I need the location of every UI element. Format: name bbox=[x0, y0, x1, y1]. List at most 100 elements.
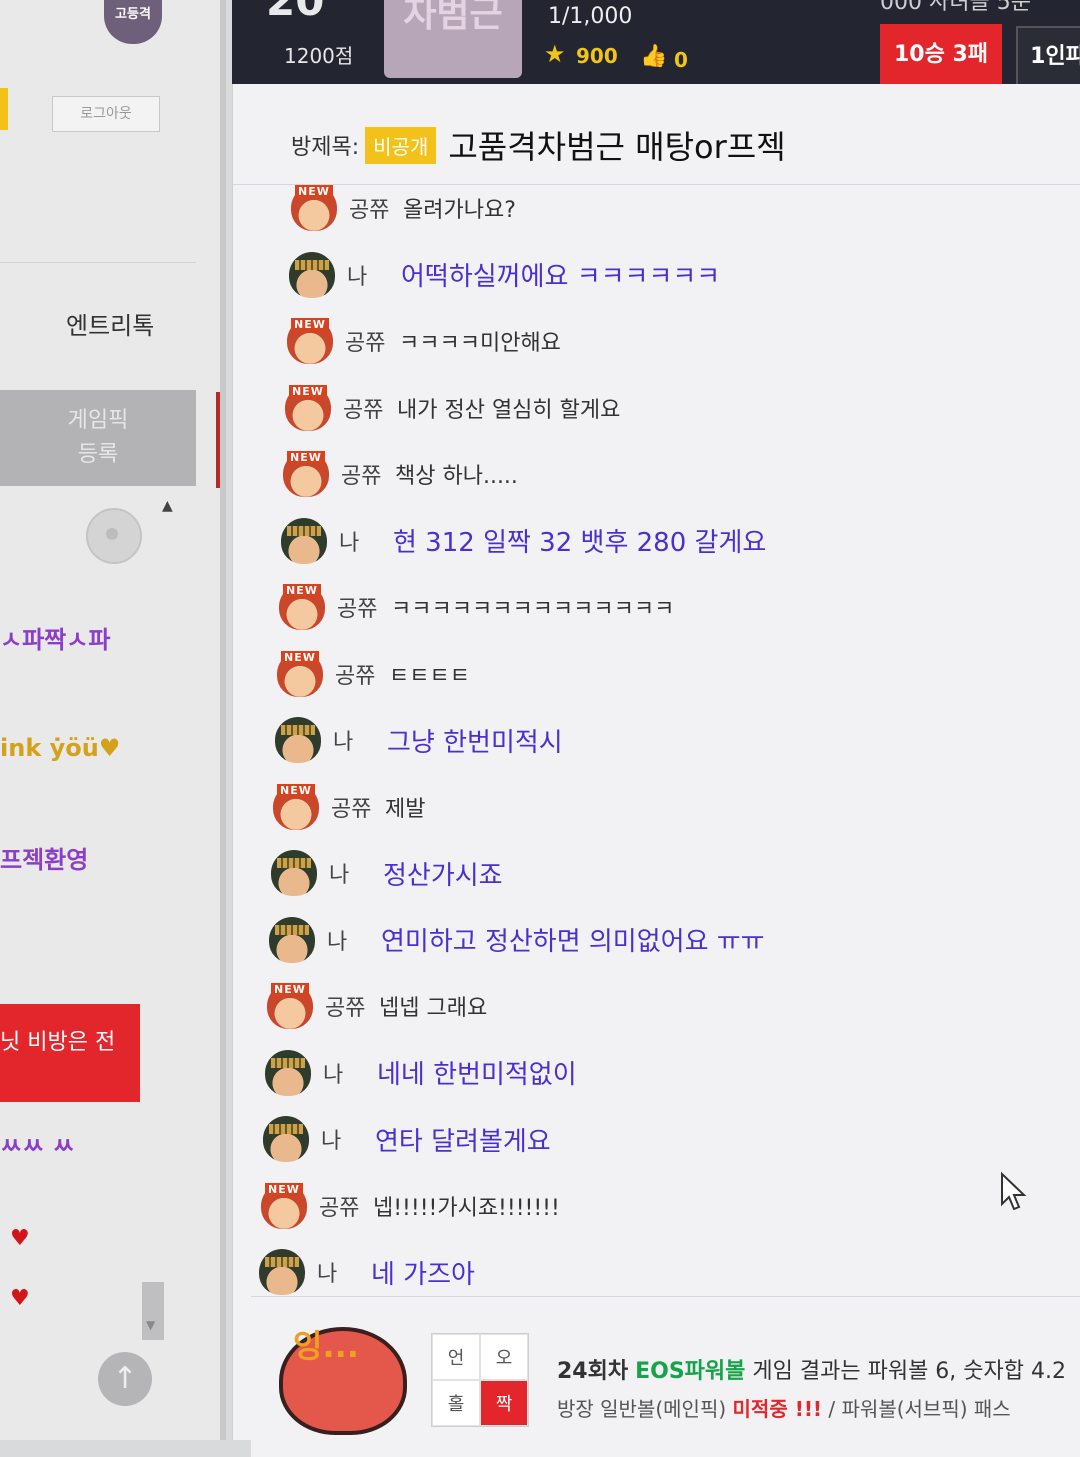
header-top-text: 000 사녀들 5분 bbox=[880, 0, 1031, 15]
chat-message-row: 공쮸제발 bbox=[273, 781, 425, 833]
game-result-line: 24회차 EOS파워볼 게임 결과는 파워볼 6, 숫자합 4.2 bbox=[557, 1353, 1066, 1385]
chat-message-text: 제발 bbox=[385, 796, 426, 822]
my-avatar-icon[interactable] bbox=[265, 1049, 311, 1096]
chat-nickname[interactable]: 나 bbox=[317, 1256, 371, 1288]
user-list-item[interactable]: 프젝환영 bbox=[0, 840, 88, 875]
chat-nickname[interactable]: 나 bbox=[333, 724, 387, 756]
heart-icon: ♥ bbox=[10, 1226, 30, 1251]
chat-message-text: 네네 한번미적없이 bbox=[377, 1060, 577, 1090]
user-score: 1200점 bbox=[284, 44, 354, 68]
status-prefix: 방장 일반볼(메인픽) bbox=[557, 1397, 727, 1421]
chat-nickname[interactable]: 나 bbox=[339, 525, 393, 557]
odd-even-grid: 언 오 홀 짝 bbox=[431, 1333, 529, 1427]
partner-avatar-icon[interactable] bbox=[277, 650, 323, 697]
chat-message-row: 공쮸넵!!!!!가시죠!!!!!!! bbox=[261, 1180, 560, 1232]
partner-avatar-icon[interactable] bbox=[291, 185, 337, 231]
chat-message-row: 공쮸ㅌㅌㅌㅌ bbox=[277, 648, 470, 700]
room-title: 방제목: 비공개 고품격차범근 매탕or프젝 bbox=[291, 120, 786, 170]
my-avatar-icon[interactable] bbox=[259, 1249, 305, 1295]
chat-message-text: 넵!!!!!가시죠!!!!!!! bbox=[373, 1195, 560, 1221]
chat-nickname[interactable]: 나 bbox=[329, 857, 383, 889]
chat-message-text: ㅋㅋㅋㅋㅋㅋㅋㅋㅋㅋㅋㅋㅋㅋ bbox=[391, 597, 675, 622]
my-avatar-icon[interactable] bbox=[263, 1116, 309, 1162]
user-list-item[interactable]: ㅅ파짝ㅅ파 bbox=[0, 620, 110, 655]
chat-message-text: 현 312 일짝 32 뱃후 280 갈게요 bbox=[393, 528, 767, 558]
grid-cell: 오 bbox=[480, 1334, 528, 1380]
chat-panel: 방제목: 비공개 고품격차범근 매탕or프젝 공쮸올려가나요?나어떡하실꺼에요 … bbox=[232, 84, 1080, 1457]
star-count: 900 bbox=[576, 44, 618, 68]
partner-avatar-icon[interactable] bbox=[287, 318, 333, 364]
chat-nickname[interactable]: 공쮸 bbox=[343, 392, 397, 424]
chat-message-row: 나 어떡하실꺼에요 ㅋㅋㅋㅋㅋㅋ bbox=[289, 249, 720, 301]
chat-message-text: ㅋㅋㅋㅋ미안해요 bbox=[399, 331, 561, 356]
chat-message-text: ㅌㅌㅌㅌ bbox=[389, 663, 470, 689]
chat-message-row: 공쮸내가 정산 열심히 할게요 bbox=[285, 382, 620, 434]
win-loss-record: 10승 3패 bbox=[880, 24, 1002, 86]
partner-avatar-icon[interactable] bbox=[267, 983, 313, 1029]
my-avatar-icon[interactable] bbox=[281, 517, 327, 564]
chat-nickname[interactable]: 공쮸 bbox=[349, 192, 403, 224]
chat-nickname[interactable]: 공쮸 bbox=[319, 1190, 373, 1222]
chat-message-row: 나현 312 일짝 32 뱃후 280 갈게요 bbox=[281, 515, 766, 567]
emoji-caption: 잉... bbox=[293, 1327, 359, 1365]
my-avatar-icon[interactable] bbox=[289, 251, 335, 298]
thumbs-up-icon[interactable]: 👍 bbox=[640, 44, 667, 69]
chat-nickname[interactable]: 공쮸 bbox=[345, 325, 399, 357]
chat-message-text: 책상 하나..... bbox=[395, 464, 518, 489]
chat-message-row: 공쮸ㅋㅋㅋㅋㅋㅋㅋㅋㅋㅋㅋㅋㅋㅋ bbox=[279, 581, 674, 633]
game-status-line: 방장 일반볼(메인픽) 미적중 !!! / 파워볼(서브픽) 패스 bbox=[557, 1393, 1011, 1422]
mouse-cursor-icon bbox=[1001, 1172, 1027, 1211]
chat-nickname[interactable]: 공쮸 bbox=[337, 591, 391, 623]
chat-message-text: 어떡하실꺼에요 ㅋㅋㅋㅋㅋㅋ bbox=[401, 262, 721, 292]
my-avatar-icon[interactable] bbox=[275, 717, 321, 763]
chat-message-row: 나 네네 한번미적없이 bbox=[265, 1047, 577, 1099]
partner-avatar-icon[interactable] bbox=[285, 384, 331, 431]
partner-avatar-icon[interactable] bbox=[279, 584, 325, 630]
register-pick-button[interactable]: 게임픽 등록 bbox=[0, 390, 196, 486]
chat-message-row: 나 그냥 한번미적시 bbox=[275, 714, 563, 766]
logout-button[interactable]: 로그아웃 bbox=[52, 96, 160, 132]
chat-nickname[interactable]: 나 bbox=[323, 1057, 377, 1089]
grid-cell-selected: 짝 bbox=[480, 1380, 528, 1426]
chat-message-text: 연미하고 정산하면 의미없어요 ㅠㅠ bbox=[381, 927, 765, 957]
chat-message-text: 올려가나요? bbox=[403, 198, 516, 223]
star-icon: ★ bbox=[544, 40, 566, 68]
scroll-to-top-button[interactable]: ↑ bbox=[98, 1352, 152, 1406]
chat-nickname[interactable]: 공쮸 bbox=[331, 791, 385, 823]
user-list-item[interactable]: ㅆㅆ ㅆ bbox=[0, 1126, 75, 1161]
like-count: 0 bbox=[674, 48, 688, 72]
chat-nickname[interactable]: 나 bbox=[327, 924, 381, 956]
host-rank-badge: 자범근 bbox=[384, 0, 522, 78]
grid-cell: 홀 bbox=[432, 1380, 480, 1426]
user-list-item[interactable]: ink ẏöü♥ bbox=[0, 734, 120, 762]
chat-nickname[interactable]: 공쮸 bbox=[341, 458, 395, 490]
scroll-up-arrow-icon[interactable]: ▲ bbox=[162, 498, 173, 514]
active-indicator bbox=[216, 392, 220, 488]
partner-avatar-icon[interactable] bbox=[283, 451, 329, 497]
chat-message-row: 나 정산가시죠 bbox=[271, 847, 503, 899]
game-name: EOS파워볼 bbox=[635, 1359, 746, 1384]
disc-icon[interactable] bbox=[86, 508, 142, 564]
room-title-label: 방제목: bbox=[291, 135, 360, 160]
register-label-2: 등록 bbox=[77, 442, 119, 467]
chat-nickname[interactable]: 공쮸 bbox=[325, 990, 379, 1022]
yellow-accent bbox=[0, 88, 8, 130]
chat-message-text: 연타 달려볼게요 bbox=[375, 1126, 551, 1157]
my-avatar-icon[interactable] bbox=[271, 850, 317, 896]
sidebar-divider bbox=[0, 262, 196, 263]
room-mode-tab[interactable]: 1인파 bbox=[1016, 26, 1080, 88]
user-avatar[interactable]: 고등격 bbox=[104, 0, 162, 44]
partner-avatar-icon[interactable] bbox=[261, 1182, 307, 1229]
chat-message-row: 공쮸올려가나요? bbox=[291, 182, 516, 234]
my-avatar-icon[interactable] bbox=[269, 916, 315, 963]
entry-talk-link[interactable]: 엔트리톡 bbox=[66, 306, 154, 341]
chat-nickname[interactable]: 공쮸 bbox=[335, 658, 389, 690]
scroll-down-arrow-icon[interactable]: ▼ bbox=[146, 1318, 155, 1332]
partner-avatar-icon[interactable] bbox=[273, 783, 319, 830]
game-result-message: 잉... 언 오 홀 짝 24회차 EOS파워볼 게임 결과는 파워볼 6, 숫… bbox=[251, 1296, 1080, 1457]
chat-nickname[interactable]: 나 bbox=[321, 1123, 375, 1155]
chat-nickname[interactable]: 나 bbox=[347, 259, 401, 291]
status-miss: 미적중 !!! bbox=[732, 1397, 823, 1421]
chat-message-row: 공쮸넵넵 그래요 bbox=[267, 980, 487, 1032]
chat-message-row: 나네 가즈아 bbox=[259, 1246, 475, 1298]
